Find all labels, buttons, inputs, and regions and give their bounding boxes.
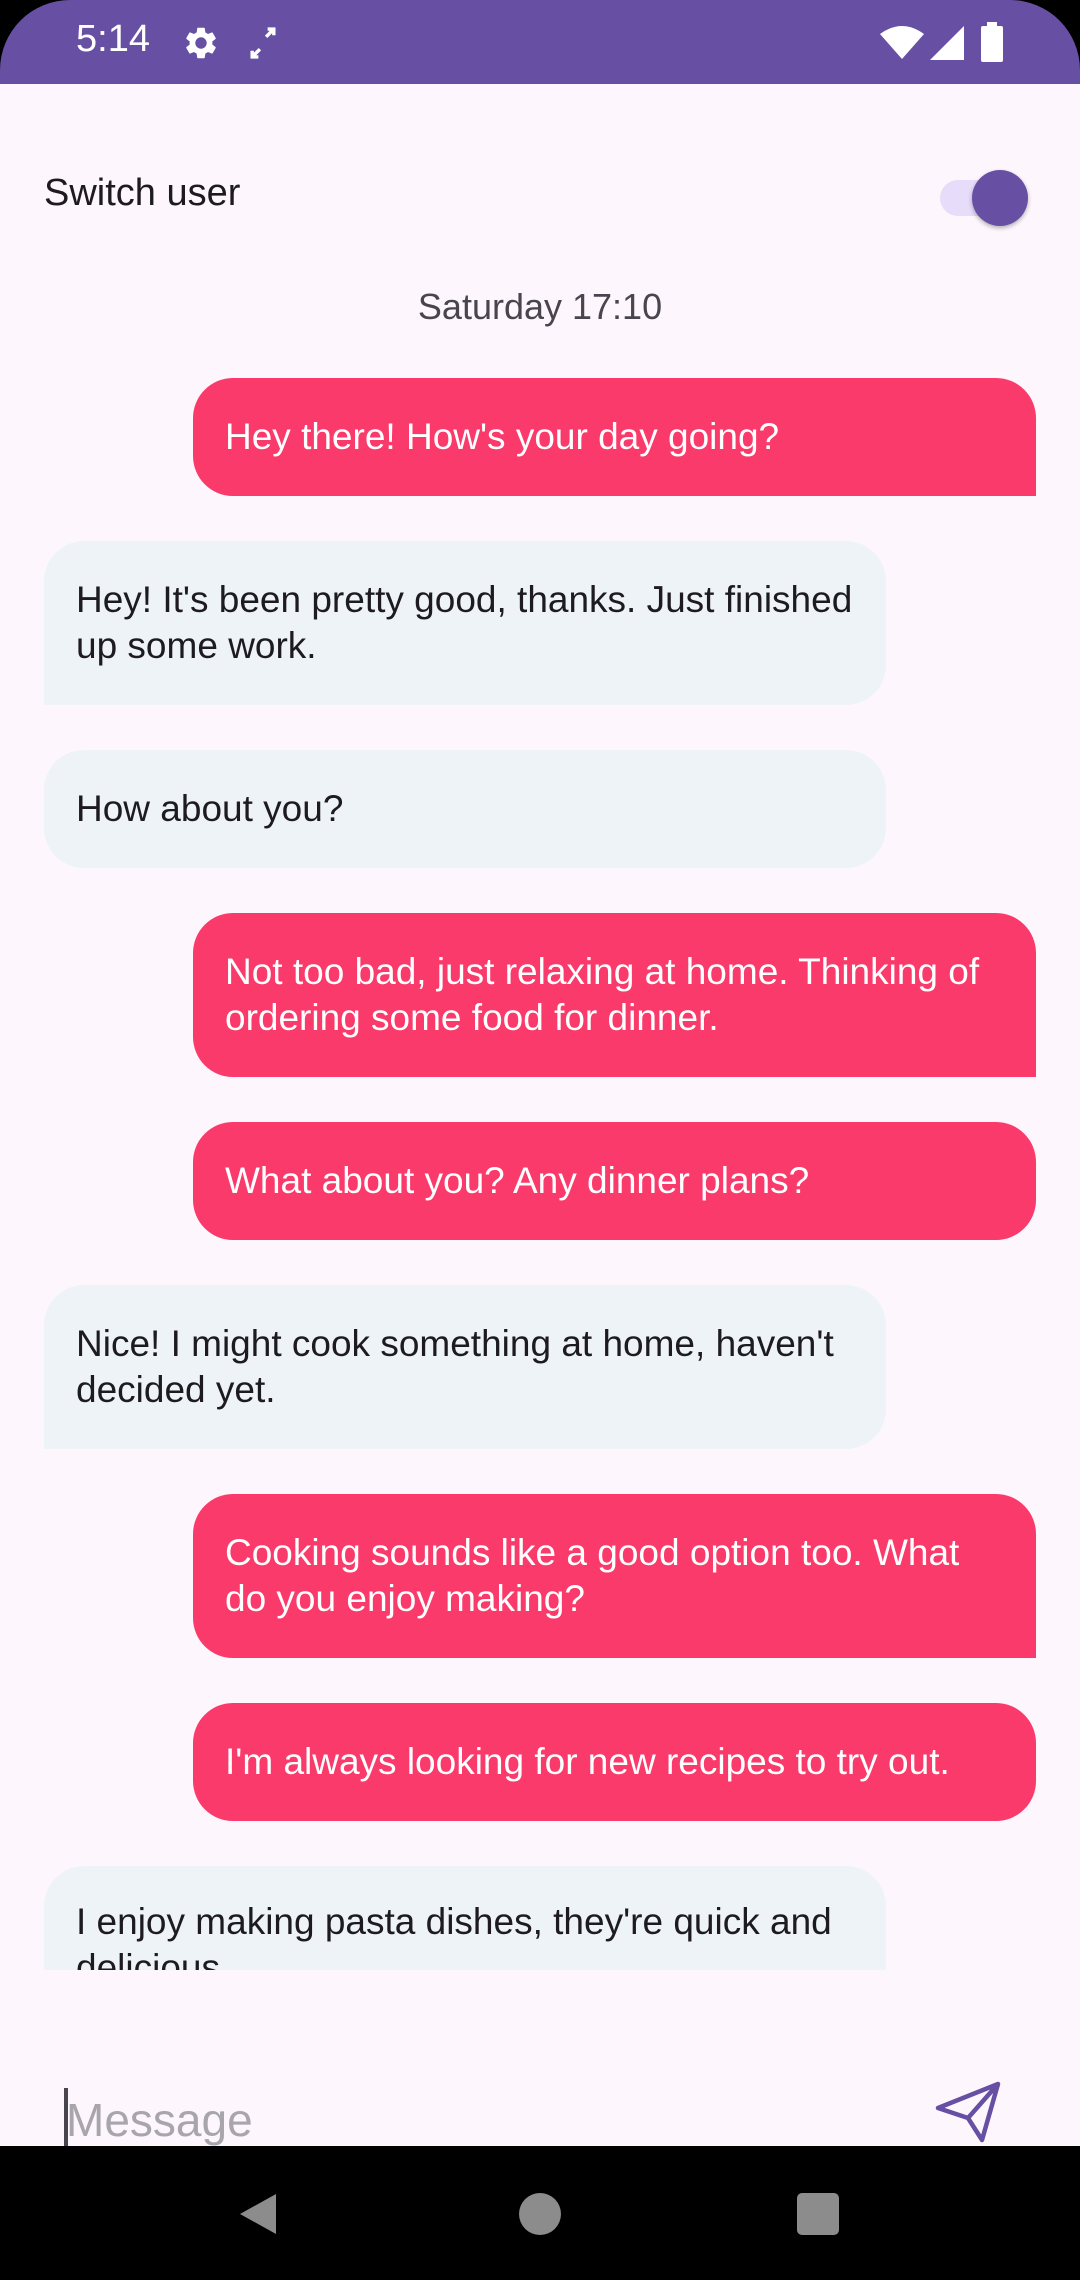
message-bubble-received[interactable]: Hey! It's been pretty good, thanks. Just… (44, 541, 886, 705)
signal-icon (930, 26, 964, 60)
expand-icon (250, 27, 276, 59)
message-bubble-received[interactable]: I enjoy making pasta dishes, they're qui… (44, 1866, 886, 1970)
wifi-icon (880, 26, 924, 59)
message-text: What about you? Any dinner plans? (225, 1160, 810, 1201)
phone-screen: 5:14 Switch user Saturday 17:10 Hey ther… (0, 0, 1080, 2280)
message-bubble-sent[interactable]: I'm always looking for new recipes to tr… (193, 1703, 1036, 1821)
message-bubble-sent[interactable]: Hey there! How's your day going? (193, 378, 1036, 496)
message-bubble-sent[interactable]: Not too bad, just relaxing at home. Thin… (193, 913, 1036, 1077)
message-text: Cooking sounds like a good option too. W… (225, 1532, 960, 1619)
gear-icon (186, 27, 216, 59)
message-bubble-sent[interactable]: Cooking sounds like a good option too. W… (193, 1494, 1036, 1658)
message-text: I enjoy making pasta dishes, they're qui… (76, 1901, 832, 1970)
home-icon[interactable] (519, 2193, 561, 2235)
navigation-bar (0, 2146, 1080, 2280)
message-bubble-sent[interactable]: What about you? Any dinner plans? (193, 1122, 1036, 1240)
message-list[interactable]: Switch user Saturday 17:10 Hey there! Ho… (0, 84, 1080, 1970)
battery-icon (981, 22, 1003, 62)
message-text: Hey there! How's your day going? (225, 416, 780, 457)
date-separator: Saturday 17:10 (417, 286, 663, 327)
status-bar: 5:14 (0, 0, 1080, 84)
back-icon[interactable] (236, 2192, 280, 2236)
recents-icon[interactable] (797, 2193, 839, 2235)
status-time: 5:14 (76, 18, 150, 60)
switch-user-toggle[interactable] (936, 168, 1028, 226)
message-bubble-received[interactable]: How about you? (44, 750, 886, 868)
message-bubble-received[interactable]: Nice! I might cook something at home, ha… (44, 1285, 886, 1449)
message-text: Not too bad, just relaxing at home. Thin… (225, 951, 980, 1038)
toggle-thumb (972, 170, 1028, 226)
send-icon[interactable] (934, 2078, 1004, 2148)
message-text: How about you? (76, 788, 344, 829)
switch-user-label: Switch user (44, 172, 241, 214)
message-text: I'm always looking for new recipes to tr… (225, 1741, 950, 1782)
chat-screen: Switch user Saturday 17:10 Hey there! Ho… (0, 84, 1080, 2158)
message-text: Nice! I might cook something at home, ha… (76, 1323, 834, 1410)
message-composer (0, 1970, 1080, 2158)
message-text: Hey! It's been pretty good, thanks. Just… (76, 579, 853, 666)
